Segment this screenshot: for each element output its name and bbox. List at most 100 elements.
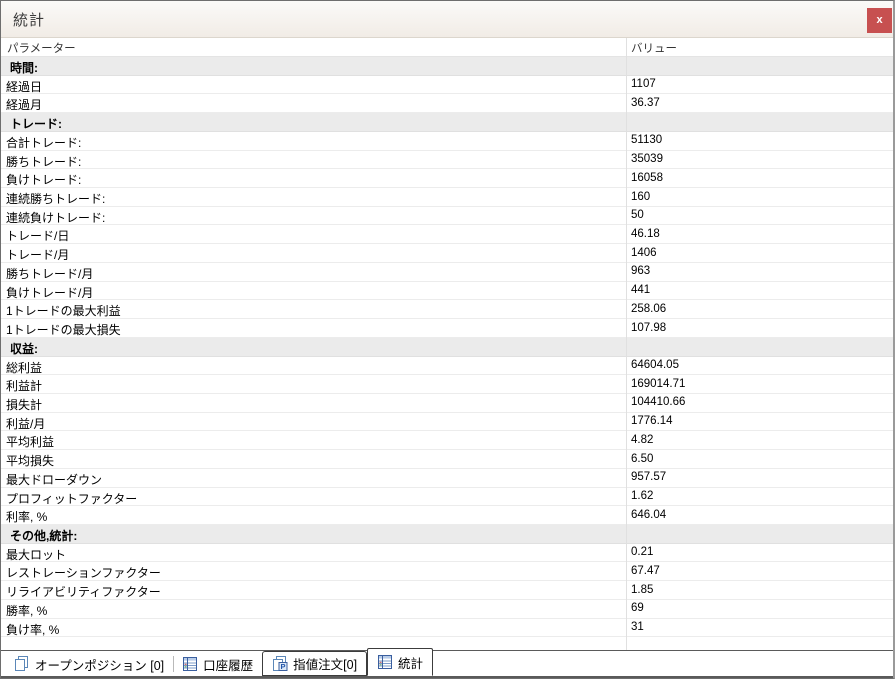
table-row: リライアビリティファクター 1.85 [1, 581, 893, 600]
row-value: 50 [631, 209, 644, 221]
row-value: 104410.66 [631, 396, 685, 408]
table-row: 勝率, % 69 [1, 600, 893, 619]
tab-statistics[interactable]: 統計 [367, 648, 433, 676]
window-title: 統計 [1, 9, 45, 30]
table-grid-icon [182, 656, 198, 672]
tab-pending-orders[interactable]: P指値注文[0] [262, 651, 367, 676]
table-row: 経過月 36.37 [1, 94, 893, 113]
row-label: 勝ちトレード: [6, 153, 81, 170]
table-row: トレード/月 1406 [1, 244, 893, 263]
table-row: 平均損失 6.50 [1, 450, 893, 469]
row-value: 169014.71 [631, 378, 685, 390]
row-label: 勝率, % [6, 602, 47, 619]
row-label: 経過日 [6, 78, 42, 95]
row-value: 31 [631, 621, 644, 633]
table-row: プロフィットファクター1.62 [1, 488, 893, 507]
row-label: 平均損失 [6, 452, 54, 469]
table-row: 勝ちトレード/月963 [1, 263, 893, 282]
section-row: 収益: [1, 338, 893, 357]
table-row: 利益計 169014.71 [1, 375, 893, 394]
row-value: 107.98 [631, 322, 666, 334]
row-label: 負けトレード/月 [6, 284, 93, 301]
row-label: トレード/月 [6, 246, 69, 263]
table-row: 損失計 104410.66 [1, 394, 893, 413]
row-value: 69 [631, 602, 644, 614]
row-value: 1107 [631, 78, 656, 90]
table-row: 連続勝ちトレード:160 [1, 188, 893, 207]
row-value: 1.85 [631, 584, 653, 596]
row-label: その他,統計: [10, 527, 77, 544]
row-value: 35039 [631, 153, 663, 165]
pages-icon [14, 656, 30, 672]
table-row: 平均利益 4.82 [1, 431, 893, 450]
row-label: 経過月 [6, 96, 42, 113]
tab-account-history[interactable]: 口座履歴 [173, 652, 262, 676]
table-row: 経過日 1107 [1, 76, 893, 95]
row-label: 1トレードの最大損失 [6, 321, 121, 338]
row-label: 損失計 [6, 396, 42, 413]
section-row: その他,統計: [1, 525, 893, 544]
row-value: 36.37 [631, 97, 660, 109]
row-label: 利率, % [6, 508, 47, 525]
row-label: 最大ロット [6, 546, 66, 563]
row-label: 1トレードの最大利益 [6, 302, 121, 319]
table-row: 総利益 64604.05 [1, 357, 893, 376]
row-value: 6.50 [631, 453, 653, 465]
row-label: 連続負けトレード: [6, 209, 105, 226]
row-label: 利益/月 [6, 415, 45, 432]
column-divider [626, 38, 627, 650]
tab-label: オープンポジション [0] [35, 655, 164, 674]
row-value: 16058 [631, 172, 663, 184]
row-value: 51130 [631, 134, 662, 146]
row-label: 勝ちトレード/月 [6, 265, 93, 282]
titlebar: 統計 x [1, 1, 893, 38]
row-value: 1406 [631, 247, 657, 259]
row-value: 957.57 [631, 471, 666, 483]
table-grid-icon [377, 654, 393, 670]
table-row: 最大ロット 0.21 [1, 544, 893, 563]
row-value: 258.06 [631, 303, 666, 315]
row-label: 平均利益 [6, 433, 54, 450]
table-row: 勝ちトレード: 35039 [1, 151, 893, 170]
row-value: 441 [631, 284, 650, 296]
row-label: 利益計 [6, 377, 42, 394]
row-label: トレード: [10, 115, 62, 132]
table-body: 時間: 経過日 1107 経過月 36.37 トレード: 合計トレード: 51130 勝ちトレー… [1, 57, 893, 637]
row-label: 収益: [10, 340, 38, 357]
row-value: 646.04 [631, 509, 666, 521]
row-value: 0.21 [631, 546, 653, 558]
row-label: 負けトレード: [6, 171, 81, 188]
row-label: 連続勝ちトレード: [6, 190, 105, 207]
table-row: トレード/日46.18 [1, 225, 893, 244]
svg-text:P: P [281, 662, 286, 671]
row-label: 合計トレード: [6, 134, 81, 151]
column-header-value: バリュー [631, 40, 677, 56]
statistics-window: 統計 x パラメーター バリュー 時間: 経過日 1107 経過月 36.37 トレード:… [0, 0, 895, 679]
row-value: 64604.05 [631, 359, 679, 371]
tab-label: 口座履歴 [203, 655, 253, 674]
column-header-parameter: パラメーター [7, 40, 76, 56]
section-row: 時間: [1, 57, 893, 76]
pages-p-icon: P [272, 656, 288, 672]
table-header-row: パラメーター バリュー [1, 38, 893, 57]
table-row: 利率, % 646.04 [1, 506, 893, 525]
table-row: 負け率, % 31 [1, 619, 893, 638]
close-icon[interactable]: x [867, 8, 892, 33]
row-label: プロフィットファクター [6, 490, 137, 507]
row-label: レストレーションファクター [6, 564, 161, 581]
tab-bar: オープンポジション [0] 口座履歴 P指値注文[0] 統計 [1, 650, 893, 678]
tab-label: 統計 [398, 653, 423, 672]
row-value: 4.82 [631, 434, 653, 446]
row-label: トレード/日 [6, 227, 69, 244]
row-label: 負け率, % [6, 621, 59, 638]
row-label: 最大ドローダウン [6, 471, 102, 488]
table-row: 最大ドローダウン 957.57 [1, 469, 893, 488]
table-row: 連続負けトレード: 50 [1, 207, 893, 226]
table-row: 1トレードの最大利益 258.06 [1, 300, 893, 319]
tab-open-positions[interactable]: オープンポジション [0] [5, 652, 173, 676]
row-label: リライアビリティファクター [6, 583, 161, 600]
row-value: 67.47 [631, 565, 660, 577]
row-label: 総利益 [6, 359, 42, 376]
table-row: 合計トレード: 51130 [1, 132, 893, 151]
row-label: 時間: [10, 59, 38, 76]
